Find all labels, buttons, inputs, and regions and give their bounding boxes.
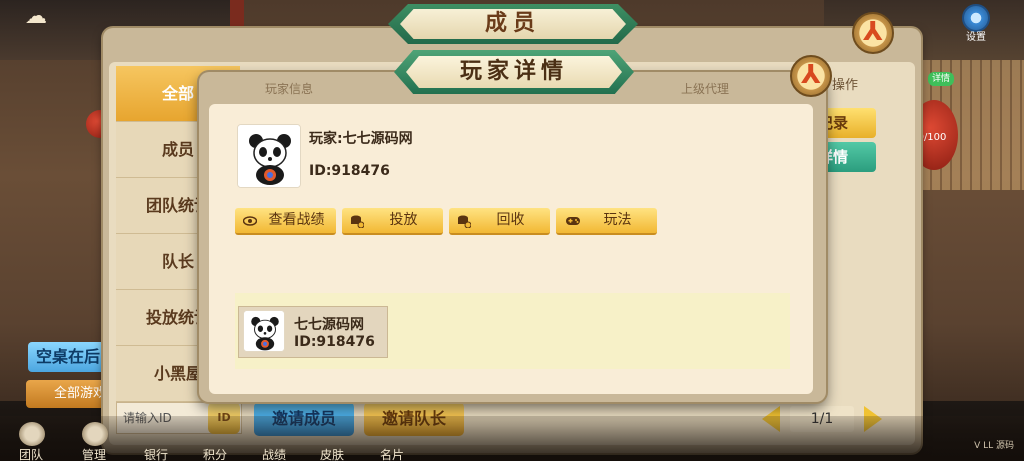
give-label: 投放 <box>389 212 418 228</box>
panda-avatar-icon <box>238 125 300 187</box>
taskbar-item-points[interactable]: 积分 <box>203 446 227 461</box>
gameplay-label: 玩法 <box>603 212 632 228</box>
manage-icon[interactable] <box>82 422 108 446</box>
avatar <box>237 124 301 188</box>
gamepad-icon <box>566 217 580 225</box>
table-header-upper-agent: 上级代理 <box>681 82 730 96</box>
avatar <box>243 310 285 352</box>
members-close-button[interactable]: ⅄ <box>852 12 894 54</box>
members-dialog-title: 成员 <box>388 4 638 44</box>
panda-avatar-icon <box>244 311 284 351</box>
all-games-button[interactable]: 全部游戏 <box>26 380 114 408</box>
taskbar-item-team[interactable]: 团队 <box>19 446 43 461</box>
taskbar-item-records[interactable]: 战绩 <box>262 446 286 461</box>
player-detail-title-text: 玩家详情 <box>459 59 568 84</box>
cloud-logo-icon: ☁ <box>25 4 47 29</box>
coin-give-icon <box>351 215 364 228</box>
taskbar-item-skin[interactable]: 皮肤 <box>320 446 344 461</box>
player-name: 玩家:七七源码网 <box>309 131 413 147</box>
taskbar-item-manage[interactable]: 管理 <box>82 446 106 461</box>
bottom-taskbar: 团队 管理 银行 积分 战绩 皮肤 名片 <box>0 416 1024 461</box>
view-records-button[interactable]: 查看战绩 <box>235 208 336 235</box>
detail-badge: 详情 <box>928 72 954 86</box>
settings-button[interactable]: 设置 <box>956 4 996 43</box>
table-header-player-info: 玩家信息 <box>265 82 314 96</box>
team-icon[interactable] <box>19 422 45 446</box>
eye-icon <box>243 216 257 226</box>
recycle-label: 回收 <box>496 212 525 228</box>
watermark: V LL 源码 <box>974 441 1014 451</box>
taskbar-item-card[interactable]: 名片 <box>380 446 404 461</box>
taskbar-item-bank[interactable]: 银行 <box>144 446 168 461</box>
player-detail-close-button[interactable]: ⅄ <box>790 55 832 97</box>
player-id: ID:918476 <box>309 163 390 179</box>
gameplay-button[interactable]: 玩法 <box>556 208 657 235</box>
settings-label: 设置 <box>966 32 986 43</box>
list-item-id: ID:918476 <box>294 334 375 350</box>
list-item-name: 七七源码网 <box>294 317 364 333</box>
empty-table-badge[interactable]: 空桌在后 <box>28 342 114 372</box>
coin-recycle-icon <box>458 215 471 228</box>
members-title-text: 成员 <box>484 11 541 36</box>
give-button[interactable]: 投放 <box>342 208 443 235</box>
view-records-label: 查看战绩 <box>268 212 325 228</box>
table-header-actions: 操作 <box>832 78 859 93</box>
recycle-button[interactable]: 回收 <box>449 208 550 235</box>
player-detail-title: 玩家详情 <box>394 50 634 94</box>
